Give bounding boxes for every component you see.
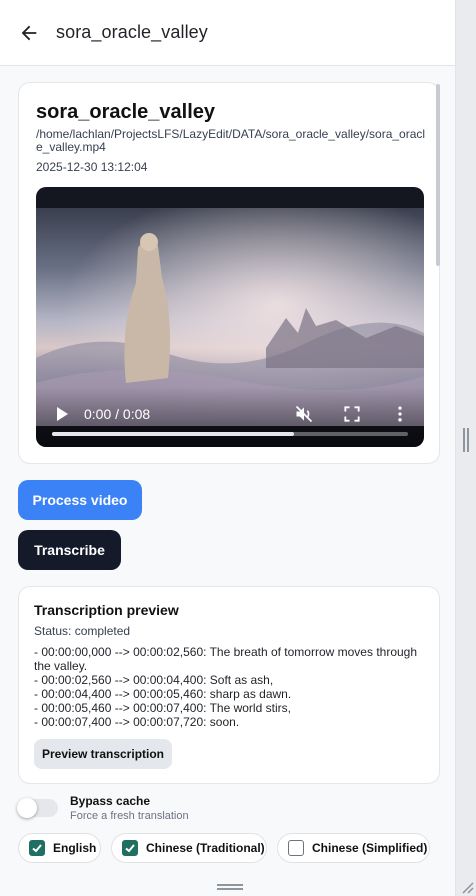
transcribe-button[interactable]: Transcribe bbox=[18, 530, 121, 570]
play-icon[interactable] bbox=[54, 405, 70, 423]
checkbox-checked[interactable] bbox=[29, 840, 45, 856]
checkbox-checked[interactable] bbox=[122, 840, 138, 856]
time-display: 0:00 / 0:08 bbox=[84, 406, 151, 422]
language-option-chinese-traditional[interactable]: Chinese (Traditional) bbox=[111, 833, 267, 863]
transcript-line: - 00:00:05,460 --> 00:00:07,400: The wor… bbox=[34, 701, 291, 715]
video-player[interactable]: 0:00 / 0:08 bbox=[36, 187, 424, 447]
language-label: Chinese (Simplified) bbox=[312, 841, 428, 855]
scrollbar[interactable] bbox=[436, 84, 440, 266]
progress-fill bbox=[52, 432, 295, 436]
video-card: sora_oracle_valley /home/lachlan/Project… bbox=[18, 82, 440, 464]
muted-icon[interactable] bbox=[294, 404, 314, 424]
language-label: English bbox=[53, 841, 97, 855]
transcription-card: Transcription preview Status: completed … bbox=[18, 586, 440, 784]
page-title: sora_oracle_valley bbox=[56, 22, 208, 42]
progress-bar[interactable] bbox=[52, 432, 408, 436]
preview-transcription-button[interactable]: Preview transcription bbox=[34, 739, 172, 769]
more-vertical-icon[interactable] bbox=[390, 404, 410, 424]
bypass-cache-toggle[interactable] bbox=[17, 798, 58, 818]
language-option-chinese-simplified[interactable]: Chinese (Simplified) bbox=[277, 833, 430, 863]
transcript-line: - 00:00:04,400 --> 00:00:05,460: sharp a… bbox=[34, 687, 292, 701]
check-icon bbox=[125, 844, 135, 853]
arrow-left-icon bbox=[21, 25, 37, 40]
fullscreen-icon[interactable] bbox=[342, 404, 362, 424]
drag-handle-icon[interactable] bbox=[217, 884, 243, 890]
check-icon bbox=[32, 844, 42, 853]
bypass-cache-label: Bypass cache bbox=[70, 794, 151, 808]
checkbox-unchecked[interactable] bbox=[288, 840, 304, 856]
transcript-line: - 00:00:02,560 --> 00:00:04,400: Soft as… bbox=[34, 673, 274, 687]
transcription-status: Status: completed bbox=[34, 624, 131, 638]
toggle-knob bbox=[17, 798, 37, 818]
bypass-cache-sublabel: Force a fresh translation bbox=[70, 810, 189, 822]
back-button[interactable] bbox=[0, 0, 56, 66]
process-video-button[interactable]: Process video bbox=[18, 480, 142, 520]
transcription-lines: - 00:00:00,000 --> 00:00:02,560: The bre… bbox=[34, 645, 429, 729]
video-title: sora_oracle_valley bbox=[36, 101, 216, 123]
resize-corner-icon[interactable] bbox=[460, 880, 474, 894]
language-option-english[interactable]: English bbox=[18, 833, 101, 863]
transcript-line: - 00:00:07,400 --> 00:00:07,720: soon. bbox=[34, 715, 240, 729]
main-panel: sora_oracle_valley sora_oracle_valley /h… bbox=[0, 0, 456, 896]
app-header: sora_oracle_valley bbox=[0, 0, 455, 66]
video-date: 2025-12-30 13:12:04 bbox=[36, 160, 148, 174]
language-label: Chinese (Traditional) bbox=[146, 841, 265, 855]
transcript-line: - 00:00:00,000 --> 00:00:02,560: The bre… bbox=[34, 645, 418, 673]
video-path: /home/lachlan/ProjectsLFS/LazyEdit/DATA/… bbox=[36, 127, 426, 154]
video-controls: 0:00 / 0:08 bbox=[36, 387, 424, 447]
transcription-title: Transcription preview bbox=[34, 602, 179, 618]
panel-resize-handle[interactable] bbox=[463, 428, 469, 452]
